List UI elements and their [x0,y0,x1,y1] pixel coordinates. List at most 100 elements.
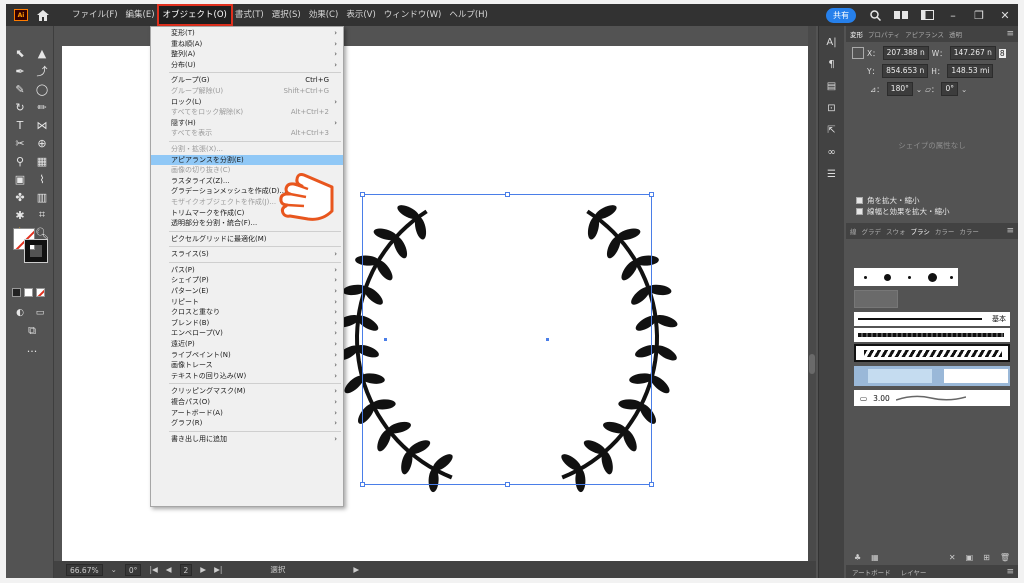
eyedropper-tool-icon[interactable]: ⚲ [12,154,28,168]
new-brush-icon[interactable]: ⊞ [983,553,990,562]
fill-stroke-swatches[interactable] [13,228,49,264]
checkbox[interactable] [856,208,863,215]
first-artboard-icon[interactable]: |◀ [149,565,157,574]
options-icon[interactable]: ▣ [966,553,974,562]
transform-panel-icon[interactable]: ⊡ [825,102,839,114]
scroll-thumb[interactable] [809,354,815,374]
object-menu-item[interactable]: パス(P) › [151,265,343,276]
paragraph-panel-icon[interactable]: ¶ [825,58,839,70]
zoom-dropdown-icon[interactable]: ⌄ [111,565,117,574]
object-menu-item[interactable]: エンベロープ(V) › [151,328,343,339]
type-tool-icon[interactable]: T [12,118,28,132]
rotation-field[interactable]: 0° [124,563,142,576]
puppet-warp-tool-icon[interactable]: ✱ [12,208,28,222]
rotate-tool-icon[interactable]: ↻ [12,100,28,114]
panel-menu-icon[interactable]: ≡ [1006,226,1014,236]
panel-tab[interactable]: グラデ [862,226,882,236]
menu-item[interactable]: ファイル(F) [68,6,122,24]
angle-field[interactable]: 180° [886,82,913,96]
object-menu-item[interactable]: ロック(L) › [151,97,343,108]
object-menu-item[interactable]: 重ね順(A) › [151,39,343,50]
object-menu-item[interactable]: 整列(A) › [151,49,343,60]
menu-item[interactable]: 編集(E) [122,6,159,24]
menu-item[interactable]: 効果(C) [305,6,343,24]
object-menu-item[interactable]: リピート › [151,297,343,308]
restore-icon[interactable]: ❐ [972,9,986,22]
draw-mode-icon[interactable]: ◐ [12,306,28,320]
brush-library-icon[interactable]: ♣ [854,553,861,562]
object-menu-item[interactable]: 画像トレース › [151,360,343,371]
zoom-field[interactable]: 66.67% [66,563,103,576]
object-menu-item[interactable]: 変形(T) › [151,28,343,39]
w-field[interactable]: 147.267 n [949,46,996,60]
edit-toolbar-icon[interactable]: ··· [24,344,40,358]
resize-handle[interactable] [649,192,654,197]
panel-tab[interactable]: カラー [959,226,979,236]
object-menu-item[interactable]: パターン(E) › [151,286,343,297]
selection-tool-icon[interactable]: ⬉ [12,46,28,60]
layers-panel-icon[interactable]: ☰ [825,168,839,180]
next-artboard-icon[interactable]: ▶ [200,565,206,574]
shape-builder-tool-icon[interactable]: ⊕ [34,136,50,150]
curvature-tool-icon[interactable]: ⤴ [34,64,50,78]
last-artboard-icon[interactable]: ▶| [214,565,222,574]
menu-item[interactable]: 表示(V) [342,6,379,24]
empty-brush-slots[interactable] [854,290,898,308]
panel-tab[interactable]: 透明 [949,29,962,39]
scale-strokes-option[interactable]: 線幅と効果を拡大・縮小 [846,206,1018,217]
panel-menu-icon[interactable]: ≡ [1006,29,1014,39]
stroke-swatch[interactable] [24,239,48,263]
menu-item[interactable]: ウィンドウ(W) [380,6,446,24]
color-mode-icon[interactable] [12,288,21,297]
panel-tab[interactable]: 変形 [850,29,863,39]
brush-size-row[interactable]: ▭ 3.00 [854,390,1010,406]
object-menu-item[interactable]: クリッピングマスク(M) › [151,386,343,397]
constrain-link-icon[interactable]: 8 [998,48,1006,58]
menu-item[interactable]: 書式(T) [231,6,268,24]
close-icon[interactable]: ✕ [998,9,1012,22]
width-tool-icon[interactable]: ⋈ [34,118,50,132]
panel-tab[interactable]: カラー [935,226,955,236]
object-menu-item[interactable]: シェイプ(P) › [151,275,343,286]
panel-tab[interactable]: ブラシ [911,226,930,236]
object-menu-item[interactable]: アピアランスを分割(E) [151,154,343,166]
object-menu-item[interactable]: ピクセルグリッドに最適化(M) [151,234,343,245]
resize-handle[interactable] [505,482,510,487]
arrange-documents-icon[interactable] [920,9,934,21]
object-menu-item[interactable]: 隠す(H) › [151,118,343,129]
graph-tool-icon[interactable]: ▥ [34,190,50,204]
align-panel-icon[interactable]: ▤ [825,80,839,92]
remove-stroke-icon[interactable]: ✕ [949,553,956,562]
y-field[interactable]: 854.653 n [882,64,929,78]
search-icon[interactable] [868,9,882,21]
paintbrush-tool-icon[interactable]: ⌇ [34,172,50,186]
object-menu-item[interactable]: ライブペイント(N) › [151,350,343,361]
home-icon[interactable] [36,8,50,22]
object-menu-item[interactable]: クロスと重なり › [151,307,343,318]
export-panel-icon[interactable]: ⇱ [825,124,839,136]
object-menu-item[interactable]: 複合パス(O) › [151,397,343,408]
reference-point-icon[interactable] [852,47,864,59]
panel-tab[interactable]: 線 [850,226,857,236]
artboard-tool-icon[interactable]: ⌗ [34,208,50,222]
rectangle-tool-icon[interactable]: ▣ [12,172,28,186]
object-menu-item[interactable]: 分布(U) › [151,60,343,71]
checkbox[interactable] [856,197,863,204]
ellipse-tool-icon[interactable]: ◯ [34,82,50,96]
panel-tab[interactable]: プロパティ [868,29,900,39]
menu-item[interactable]: 選択(S) [268,6,305,24]
object-menu-item[interactable]: アートボード(A) › [151,408,343,419]
angle-dropdown-icon[interactable]: ⌄ [916,85,922,94]
symbol-sprayer-tool-icon[interactable]: ✤ [12,190,28,204]
blob-brush-tool-icon[interactable]: ✎ [12,82,28,96]
object-menu-item[interactable]: グループ(G) Ctrl+G [151,75,343,86]
panel-menu-icon[interactable]: ≡ [1006,567,1014,577]
menu-item[interactable]: ヘルプ(H) [445,6,492,24]
scale-corners-option[interactable]: 角を拡大・縮小 [846,195,1018,206]
share-button[interactable]: 共有 [826,7,856,23]
artboard-number-field[interactable]: 2 [179,563,193,576]
object-menu-item[interactable]: 遠近(P) › [151,339,343,350]
selection-bounding-box[interactable] [360,192,654,487]
brush-basic-row[interactable]: 基本 [854,312,1010,326]
object-menu-item[interactable]: ブレンド(B) › [151,318,343,329]
